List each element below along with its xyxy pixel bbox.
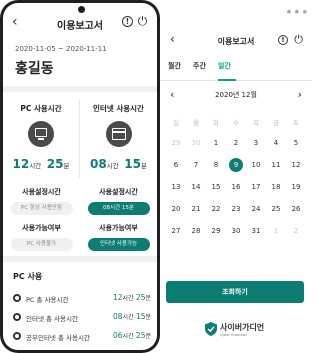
calendar-day[interactable]: 29 bbox=[166, 139, 186, 147]
app-header: ‹ 이용보고서 ! ⏻ bbox=[3, 13, 157, 35]
calendar-day[interactable]: 18 bbox=[266, 183, 286, 191]
calendar-day[interactable]: 31 bbox=[246, 227, 266, 235]
calendar-day[interactable]: 17 bbox=[246, 183, 266, 191]
pc-allowed-label: 사용가능여부 bbox=[22, 224, 61, 232]
logo-text: 사이버가디언 bbox=[220, 323, 265, 332]
internet-time-value: 08시간 15분 bbox=[90, 157, 147, 171]
internet-allowed: 사용가능여부 인터넷 사용가능 bbox=[80, 223, 157, 251]
weekday-header: 월 bbox=[193, 119, 199, 127]
calendar-day[interactable]: 22 bbox=[206, 205, 226, 213]
weekday-header: 일 bbox=[173, 119, 179, 127]
calendar-day[interactable]: 25 bbox=[266, 205, 286, 213]
calendar-day[interactable]: 23 bbox=[226, 205, 246, 213]
user-name: 홍길동 bbox=[15, 61, 54, 77]
logo-subtext: cyber Guardian bbox=[220, 333, 247, 337]
calendar-day[interactable]: 2 bbox=[286, 227, 306, 235]
pc-setting-pill[interactable]: PC 항상 사용안함 bbox=[10, 202, 73, 215]
circle-icon bbox=[13, 332, 21, 340]
calendar-day[interactable]: 5 bbox=[286, 139, 306, 147]
pc-time-label: PC 사용시간 bbox=[20, 104, 62, 113]
calendar-day[interactable]: 2 bbox=[226, 139, 246, 147]
phone-frame: ‹ 이용보고서 ! ⏻ 2020-11-05 ~ 2020-11-11 홍길동 … bbox=[0, 0, 160, 353]
calendar-day[interactable]: 8 bbox=[206, 161, 226, 169]
pc-allowed-pill[interactable]: PC 사용불가 bbox=[10, 238, 73, 251]
window-controls[interactable]: ● ● ● bbox=[287, 9, 308, 15]
internet-setting: 사용설정시간 08시간 15분 bbox=[80, 187, 157, 215]
info-circle-icon[interactable]: ! bbox=[278, 35, 288, 45]
list-item: PC 총 사용시간 12시간 25분 bbox=[13, 292, 151, 304]
calendar-day[interactable]: 11 bbox=[266, 161, 286, 169]
calendar-window: ● ● ● ‹ 이용보고서 ! ⏻ 월간 주간 일간 ‹ 2020년 12월 ›… bbox=[160, 9, 312, 353]
active-tab-indicator bbox=[218, 79, 236, 81]
calendar-day[interactable]: 1 bbox=[206, 139, 226, 147]
weekday-header: 화 bbox=[213, 119, 219, 127]
calendar-day[interactable]: 20 bbox=[166, 205, 186, 213]
calendar-day[interactable]: 30 bbox=[226, 227, 246, 235]
calendar-day[interactable]: 4 bbox=[266, 139, 286, 147]
calendar-day[interactable]: 10 bbox=[246, 161, 266, 169]
month-label: 2020년 12월 bbox=[215, 91, 257, 99]
calendar-day[interactable]: 15 bbox=[206, 183, 226, 191]
calendar-day[interactable]: 19 bbox=[286, 183, 306, 191]
weekday-header: 수 bbox=[233, 119, 239, 127]
internet-time-card: 인터넷 사용시간 08시간 15분 bbox=[80, 100, 157, 178]
calendar-day[interactable]: 14 bbox=[186, 183, 206, 191]
calendar-day-selected[interactable]: 9 bbox=[226, 161, 246, 169]
list-item: 공부인터넷 총 사용시간 06시간 25분 bbox=[13, 330, 151, 342]
list-item: 인터넷 총 사용시간 08시간 15분 bbox=[13, 311, 151, 323]
power-icon[interactable]: ⏻ bbox=[137, 15, 148, 27]
date-range: 2020-11-05 ~ 2020-11-11 bbox=[15, 45, 107, 53]
calendar-day[interactable]: 3 bbox=[246, 139, 266, 147]
calendar-day[interactable]: 1 bbox=[266, 227, 286, 235]
phone-screen: ‹ 이용보고서 ! ⏻ 2020-11-05 ~ 2020-11-11 홍길동 … bbox=[3, 3, 157, 350]
calendar-day[interactable]: 27 bbox=[166, 227, 186, 235]
calendar-day[interactable]: 29 bbox=[206, 227, 226, 235]
internet-allowed-pill[interactable]: 인터넷 사용가능 bbox=[87, 238, 150, 251]
info-circle-icon[interactable]: ! bbox=[122, 16, 133, 27]
internet-time-label: 인터넷 사용시간 bbox=[93, 104, 144, 113]
weekday-header: 토 bbox=[293, 119, 299, 127]
monitor-icon bbox=[28, 121, 54, 147]
tab-weekly[interactable]: 주간 bbox=[193, 61, 206, 71]
calendar-day[interactable]: 24 bbox=[246, 205, 266, 213]
pc-setting: 사용설정시간 PC 항상 사용안함 bbox=[3, 187, 80, 215]
calendar-day[interactable]: 16 bbox=[226, 183, 246, 191]
browser-icon bbox=[105, 121, 132, 147]
chevron-right-icon[interactable]: › bbox=[298, 88, 302, 101]
month-navigator: ‹ 2020년 12월 › bbox=[160, 88, 312, 104]
weekday-header: 금 bbox=[273, 119, 279, 127]
pc-time-value: 12시간 25분 bbox=[12, 157, 70, 171]
internet-allowed-label: 사용가능여부 bbox=[99, 224, 138, 232]
internet-setting-label: 사용설정시간 bbox=[99, 188, 138, 196]
page-title: 이용보고서 bbox=[57, 21, 103, 32]
calendar-day[interactable]: 30 bbox=[186, 139, 206, 147]
calendar-day[interactable]: 6 bbox=[166, 161, 186, 169]
tab-monthly[interactable]: 월간 bbox=[168, 61, 181, 71]
section-divider bbox=[3, 256, 157, 262]
calendar-day[interactable]: 12 bbox=[286, 161, 306, 169]
page-title: 이용보고서 bbox=[217, 37, 255, 46]
section-divider bbox=[3, 86, 157, 92]
calendar-day[interactable]: 21 bbox=[186, 205, 206, 213]
shield-icon bbox=[205, 322, 217, 336]
brand-logo: 사이버가디언 cyber Guardian bbox=[205, 321, 285, 341]
calendar-day[interactable]: 7 bbox=[186, 161, 206, 169]
weekday-header: 목 bbox=[253, 119, 259, 127]
pc-allowed: 사용가능여부 PC 사용불가 bbox=[3, 223, 80, 251]
pc-setting-label: 사용설정시간 bbox=[22, 188, 61, 196]
calendar-day[interactable]: 28 bbox=[186, 227, 206, 235]
circle-icon bbox=[13, 313, 21, 321]
camera-dot bbox=[78, 6, 85, 13]
section-title: PC 사용 bbox=[13, 272, 43, 281]
internet-setting-pill[interactable]: 08시간 15분 bbox=[87, 202, 150, 215]
calendar-day[interactable]: 13 bbox=[166, 183, 186, 191]
pc-time-card: PC 사용시간 12시간 25분 bbox=[3, 100, 80, 178]
tab-daily[interactable]: 일간 bbox=[218, 61, 231, 71]
calendar-day[interactable]: 26 bbox=[286, 205, 306, 213]
period-tabs: 월간 주간 일간 bbox=[160, 61, 312, 81]
circle-icon bbox=[13, 294, 21, 302]
search-button[interactable]: 조회하기 bbox=[166, 281, 304, 303]
power-icon[interactable]: ⏻ bbox=[294, 33, 303, 47]
